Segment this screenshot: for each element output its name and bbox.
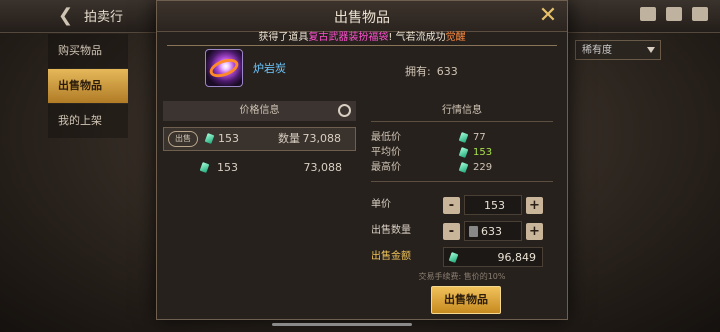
notice-player: 气若流成功: [395, 32, 446, 43]
currency-gem-icon: [458, 147, 469, 158]
item-name: 炉岩炭: [253, 62, 286, 75]
rarity-dropdown-value: 稀有度: [582, 45, 612, 56]
owned-value: 633: [436, 65, 458, 78]
sell-tag: 出售: [168, 131, 198, 147]
dialog-title: 出售物品: [334, 10, 390, 26]
currency-gem-icon: [458, 162, 469, 173]
stat-value: 153: [473, 147, 493, 158]
row-qty: 73,088: [302, 132, 342, 145]
stat-avg: 平均价 153: [365, 145, 559, 160]
minus-button[interactable]: -: [443, 223, 460, 240]
currency-gem-icon: [448, 252, 459, 263]
currency-gem-icon: [458, 132, 469, 143]
price-info-title: 价格信息: [239, 105, 280, 116]
total-value: 96,849: [497, 251, 537, 264]
owned-label: 拥有:: [405, 65, 431, 78]
stat-value: 229: [473, 162, 493, 173]
rarity-dropdown[interactable]: 稀有度: [575, 40, 661, 60]
mail-icon[interactable]: [666, 7, 682, 21]
notice-prefix: 获得了道具: [258, 32, 309, 43]
stat-max: 最高价 229: [365, 160, 559, 175]
row-qty-label: 数量: [278, 132, 300, 145]
notice-action: 觉醒: [445, 32, 466, 43]
plus-button[interactable]: +: [526, 197, 543, 214]
nav-my-listings[interactable]: 我的上架: [48, 104, 128, 138]
left-nav: 购买物品 出售物品 我的上架: [48, 34, 128, 139]
sell-dialog: 出售物品 ✕ 获得了道具复古武器装扮福袋! 气若流成功觉醒 炉岩炭 拥有: 633…: [156, 0, 568, 320]
quantity-value: 633: [481, 225, 502, 238]
chat-icon[interactable]: [692, 7, 708, 21]
stat-min: 最低价 77: [365, 130, 559, 145]
row-qty: 73,088: [303, 161, 343, 174]
unit-price-label: 单价: [371, 199, 391, 210]
sell-button[interactable]: 出售物品: [431, 286, 501, 314]
stat-label: 平均价: [371, 147, 401, 158]
top-icons: [640, 7, 708, 21]
notice-item: 复古武器装扮福袋: [308, 32, 389, 43]
refresh-icon[interactable]: [338, 104, 351, 117]
stat-value: 77: [473, 132, 486, 143]
fee-note: 交易手续费: 售价的10%: [418, 272, 506, 281]
owned-count: 拥有: 633: [405, 63, 458, 79]
quantity-row: 出售数量 - 633 +: [365, 220, 559, 242]
unit-price-row: 单价 - 153 +: [365, 194, 559, 216]
back-arrow-icon[interactable]: ❮: [58, 5, 86, 27]
row-price: 153: [217, 161, 238, 174]
system-notice: 获得了道具复古武器装扮福袋! 气若流成功觉醒: [167, 31, 557, 46]
stat-label: 最低价: [371, 132, 401, 143]
row-price: 153: [218, 132, 239, 145]
nav-sell[interactable]: 出售物品: [48, 69, 128, 103]
price-info-panel: 价格信息 出售 153 数量 73,088 153 73,088: [163, 101, 356, 313]
unit-price-input[interactable]: 153: [464, 195, 522, 215]
divider: [371, 181, 553, 182]
dialog-header: 出售物品 ✕: [157, 1, 567, 32]
bag-icon[interactable]: [640, 7, 656, 21]
plus-button[interactable]: +: [526, 223, 543, 240]
chevron-down-icon: [647, 47, 655, 53]
price-info-header: 价格信息: [163, 101, 356, 121]
quantity-input[interactable]: 633: [464, 221, 522, 241]
currency-gem-icon: [204, 133, 215, 144]
currency-gem-icon: [199, 162, 210, 173]
price-row[interactable]: 153 73,088: [163, 157, 356, 179]
calculator-icon[interactable]: [469, 226, 478, 237]
home-indicator: [272, 323, 412, 326]
market-info-header: 行情信息: [371, 101, 553, 122]
notice-suffix: !: [388, 32, 393, 43]
quantity-label: 出售数量: [371, 225, 411, 236]
price-row[interactable]: 出售 153 数量 73,088: [163, 127, 356, 151]
total-field: 96,849: [443, 247, 543, 267]
market-info-panel: 行情信息 最低价 77 平均价 153 最高价 229 单价 - 153 + 出…: [365, 101, 559, 314]
close-icon[interactable]: ✕: [537, 5, 559, 27]
auction-house-title: 拍卖行: [84, 10, 124, 25]
nav-buy[interactable]: 购买物品: [48, 34, 128, 68]
minus-button[interactable]: -: [443, 197, 460, 214]
total-row: 出售金额 96,849: [365, 246, 559, 268]
stat-label: 最高价: [371, 162, 401, 173]
item-icon[interactable]: [205, 49, 243, 87]
total-label: 出售金额: [371, 251, 411, 262]
